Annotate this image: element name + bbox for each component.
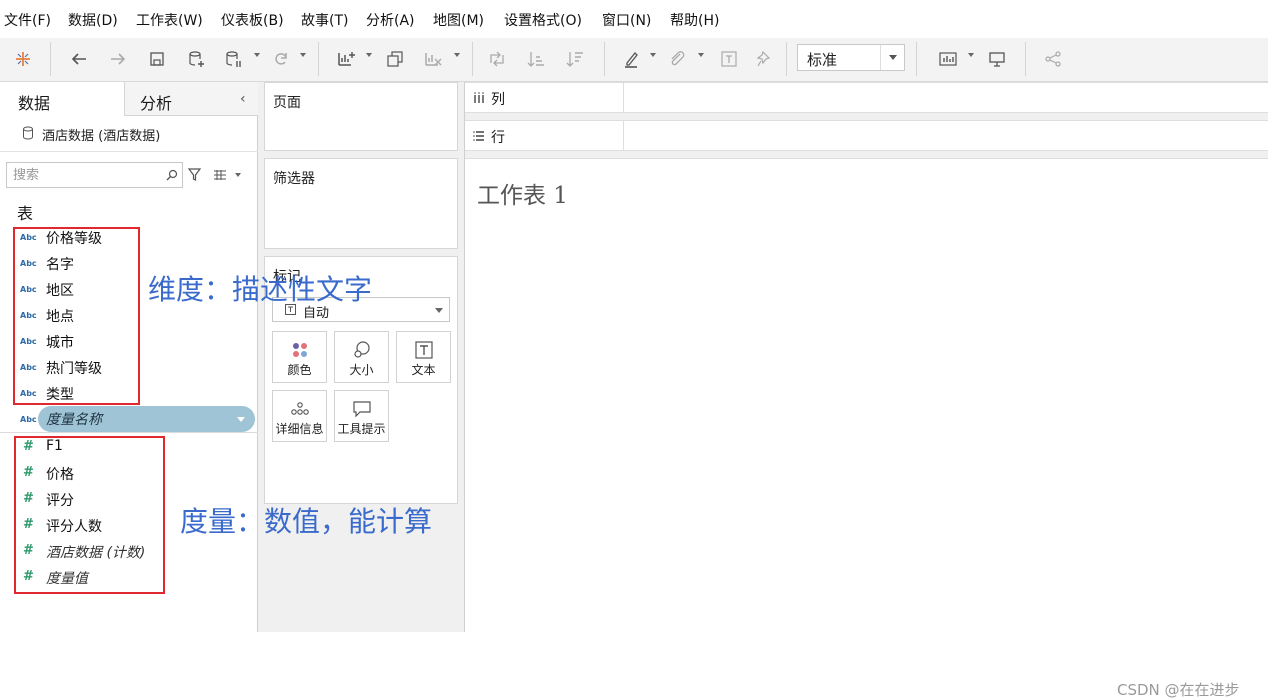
undo-icon[interactable] [66,46,92,72]
sort-descending-icon[interactable] [562,46,588,72]
new-worksheet-icon[interactable] [333,46,359,72]
measure-names-label: 度量名称 [46,412,102,428]
menu-analysis[interactable]: 分析(A) [366,10,415,30]
tooltip-icon [352,401,371,418]
redo-icon[interactable] [105,46,131,72]
size-label: 大小 [349,363,374,377]
worksheet-canvas[interactable]: 工作表 1 CSDN @在在进步 [465,158,1268,699]
menu-help[interactable]: 帮助(H) [670,10,719,30]
filter-icon[interactable] [187,167,202,182]
columns-shelf-label: 列 [465,83,624,112]
sheet-title[interactable]: 工作表 1 [477,176,568,210]
measures-highlight-box [14,436,165,594]
tab-data[interactable]: 数据 [0,82,125,116]
color-button[interactable]: 颜色 [272,331,327,383]
chevron-down-icon [880,45,904,70]
chevron-down-icon [237,417,245,422]
new-datasource-icon[interactable] [183,46,209,72]
tooltip-label: 工具提示 [337,422,386,436]
rows-shelf[interactable]: 行 [465,120,1268,151]
swap-rows-columns-icon[interactable] [484,46,510,72]
show-labels-icon[interactable] [716,46,742,72]
view-area: 列 行 工作表 1 CSDN @在在进步 [465,82,1268,699]
group-members-icon[interactable] [664,46,690,72]
watermark: CSDN @在在进步 [1117,681,1240,699]
detail-label: 详细信息 [275,422,324,436]
show-cards-icon[interactable] [935,46,961,72]
measure-names-pill[interactable]: 度量名称 [38,406,255,432]
color-label: 颜色 [287,363,312,377]
search-input[interactable] [7,163,162,187]
tab-data-label: 数据 [18,94,51,113]
menu-bar: 文件(F) 数据(D) 工作表(W) 仪表板(B) 故事(T) 分析(A) 地图… [0,0,1268,38]
table-heading: 表 [17,204,34,223]
filters-card[interactable]: 筛选器 [264,158,458,249]
sort-ascending-icon[interactable] [523,46,549,72]
measures-annotation: 度量：数值，能计算 [180,505,433,538]
view-list-icon[interactable] [213,169,227,181]
datasource-label: 酒店数据 (酒店数据) [42,129,161,144]
tooltip-button[interactable]: 工具提示 [334,390,389,442]
dimensions-annotation: 维度：描述性文字 [148,273,373,306]
toolbar [0,38,1268,82]
color-icon [292,343,307,357]
menu-worksheet[interactable]: 工作表(W) [136,10,203,30]
menu-data[interactable]: 数据(D) [68,10,118,30]
search-box [6,162,183,188]
pages-card-title: 页面 [273,95,301,111]
rows-shelf-label: 行 [465,121,624,150]
share-icon[interactable] [1040,46,1066,72]
tableau-logo-icon[interactable] [10,46,36,72]
text-icon [414,341,433,359]
duplicate-sheet-icon[interactable] [382,46,408,72]
detail-icon [290,402,309,415]
detail-button[interactable]: 详细信息 [272,390,327,442]
tab-analysis-label: 分析 [140,94,173,113]
rows-icon [473,131,484,141]
menu-map[interactable]: 地图(M) [433,10,484,30]
refresh-icon[interactable] [268,46,294,72]
divider [0,432,258,433]
datasource-item[interactable]: 酒店数据 (酒店数据) [0,116,258,152]
menu-file[interactable]: 文件(F) [4,10,51,30]
label-button[interactable]: 文本 [396,331,451,383]
label-label: 文本 [411,363,436,377]
pause-updates-icon[interactable] [220,46,246,72]
chevron-down-icon [435,308,443,313]
pages-card[interactable]: 页面 [264,82,458,151]
menu-story[interactable]: 故事(T) [301,10,348,30]
fix-axes-icon[interactable] [752,46,778,72]
collapse-pane-icon[interactable]: ‹ [240,91,246,107]
presentation-mode-icon[interactable] [984,46,1010,72]
menu-window[interactable]: 窗口(N) [602,10,651,30]
clear-sheet-icon[interactable] [420,46,446,72]
save-icon[interactable] [144,46,170,72]
dimensions-highlight-box [13,227,140,405]
pane-tabs: 数据 分析 ‹ [0,82,258,116]
search-icon[interactable] [165,168,179,182]
cards-column: 页面 筛选器 标记 自动 颜色 大小 文本 详细信息 工具提示 [258,82,465,632]
menu-dashboard[interactable]: 仪表板(B) [221,10,284,30]
fit-select-value: 标准 [807,51,838,69]
menu-format[interactable]: 设置格式(O) [504,10,582,30]
database-icon [23,126,33,140]
fit-select[interactable]: 标准 [797,44,905,71]
string-type-icon: Abc [20,415,37,424]
size-button[interactable]: 大小 [334,331,389,383]
columns-label: 列 [491,92,505,108]
columns-shelf[interactable]: 列 [465,82,1268,113]
rows-label: 行 [491,130,505,146]
filters-card-title: 筛选器 [273,171,315,187]
columns-icon [474,92,484,103]
highlight-icon[interactable] [618,46,644,72]
view-dropdown-icon[interactable] [235,173,241,177]
tab-analysis[interactable]: 分析 [125,82,258,116]
size-icon [353,341,370,358]
